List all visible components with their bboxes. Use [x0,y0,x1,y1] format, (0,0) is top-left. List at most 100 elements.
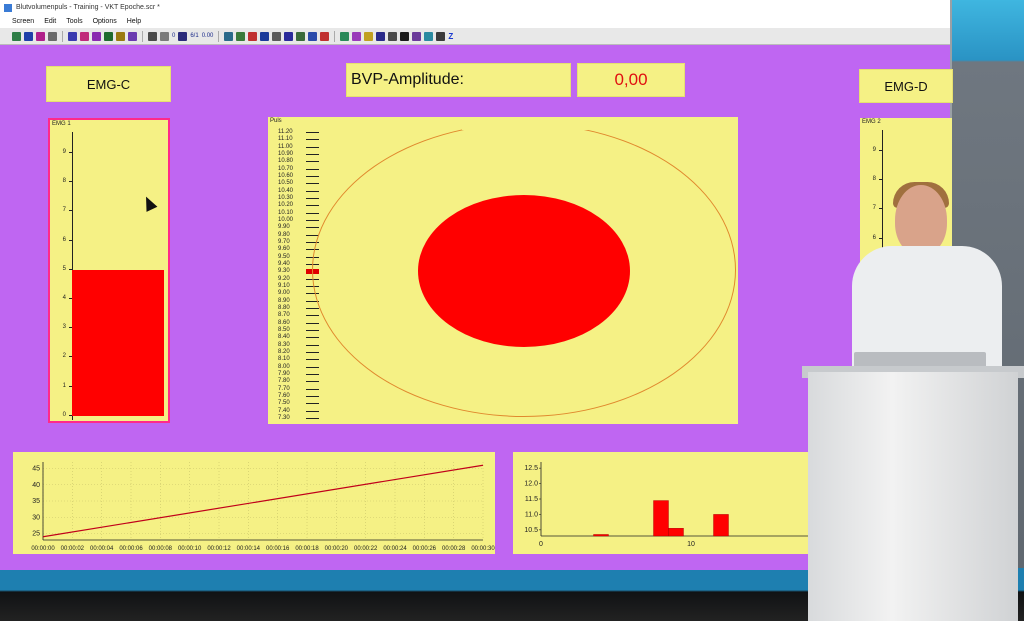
histogram-bar [653,500,669,537]
plus-icon[interactable] [104,31,113,41]
x-tick-label: 10 [687,541,695,548]
sliders-icon[interactable] [352,31,362,41]
timer-icon[interactable] [436,31,446,41]
x-tick-label: 00:00:20 [325,546,349,552]
menu-help[interactable]: Help [127,16,141,28]
emg1-title: EMG 1 [52,121,71,127]
edit-icon[interactable] [412,31,422,41]
camera-icon[interactable] [224,31,234,41]
record-icon[interactable] [320,31,330,41]
menu-screen[interactable]: Screen [12,16,34,28]
x-tick-label: 00:00:08 [149,546,173,552]
target-icon[interactable] [178,31,188,41]
trend-chart: 00:00:00 00:00:02 00:00:04 00:00:06 00:00:08… [31,462,495,552]
wave-icon[interactable] [80,31,89,41]
bvp-value-box: 0,00 [578,64,684,96]
palette-icon[interactable] [248,31,258,41]
pulse-tick-label: 8.40 [278,334,319,341]
book-icon[interactable] [376,31,386,41]
axis-tick-label: 7 [864,205,882,211]
ring-gap [462,120,588,130]
note-icon[interactable] [364,31,374,41]
globe-icon[interactable] [236,31,246,41]
page-icon[interactable] [160,31,169,41]
x-tick-label: 00:00:18 [295,546,319,552]
toolbar: 0 6/1 0.00 Z [0,28,950,45]
pulse-tick-label: 11.20 [278,129,319,136]
x-tick-label: 00:00:28 [442,546,466,552]
toolbar-readout: 0.00 [201,33,214,39]
trend-chart-panel: 00:00:00 00:00:02 00:00:04 00:00:06 00:00:08… [13,452,495,554]
y-tick-label: 12.5 [524,465,538,472]
open-icon[interactable] [12,31,21,41]
settings-icon[interactable] [284,31,294,41]
z-icon[interactable]: Z [448,32,453,41]
lectern [808,372,1018,621]
pulse-tick-label: 8.50 [278,327,319,334]
x-tick-label: 00:00:22 [354,546,378,552]
zoom-icon[interactable] [296,31,306,41]
pulse-tick-label: 9.10 [278,283,319,290]
histogram-panel: 12.5 12.0 11.5 11.0 10.5 0 10 [513,452,813,554]
bar-icon[interactable] [24,31,33,41]
pulse-tick-label: 8.80 [278,305,319,312]
y-tick-label: 10.5 [524,527,538,534]
histogram-bar [713,514,729,537]
emg2-title: EMG 2 [862,119,881,125]
pulse-tick-label: 7.30 [278,415,319,422]
pen-icon[interactable] [92,31,101,41]
pulse-tick-label: 8.30 [278,342,319,349]
emg-d-label: EMG-D [884,78,928,94]
pulse-tick-label: 10.60 [278,173,319,180]
axis-tick-label: 9 [864,147,882,153]
axis-tick-label: 2 [54,353,72,359]
toolbar-separator [142,30,143,42]
emg-c-label: EMG-C [86,76,131,92]
histogram-bar [668,528,684,537]
copy-icon[interactable] [148,31,157,41]
layers-icon[interactable] [128,31,137,41]
y-tick-label: 11.0 [525,511,538,518]
meter-icon[interactable] [36,31,45,41]
pulse-tick-label: 7.80 [278,378,319,385]
menu-bar: Screen Edit Tools Options Help [0,16,950,28]
pulse-tick-label: 9.70 [278,239,319,246]
x-tick-label: 00:00:10 [178,546,202,552]
pulse-tick-label: 8.10 [278,356,319,363]
axis-tick-label: 7 [54,207,72,213]
axis-tick-label: 1 [54,383,72,389]
x-tick-label: 00:00:16 [266,546,290,552]
x-tick-label: 00:00:30 [471,546,495,552]
pulse-tick-label: 9.90 [278,224,319,231]
save-icon[interactable] [308,31,318,41]
tools-icon[interactable] [388,31,398,41]
title-bar: Blutvolumenpuls - Training - VKT Epoche.… [0,0,950,16]
window-icon[interactable] [424,31,434,41]
pulse-tick-label: 9.80 [278,232,319,239]
menu-edit[interactable]: Edit [44,16,56,28]
display-icon[interactable] [260,31,270,41]
axis-tick-label: 0 [54,412,72,418]
grid-icon[interactable] [48,31,57,41]
gauge-icon[interactable] [116,31,125,41]
pulse-tick-label: 9.00 [278,290,319,297]
chart-icon[interactable] [68,31,77,41]
pulse-tick-label: 7.40 [278,408,319,415]
toolbar-readout: 0 [172,33,176,39]
link-icon[interactable] [340,31,350,41]
menu-options[interactable]: Options [93,16,117,28]
y-tick-label: 40 [32,482,40,489]
wand-icon[interactable] [400,31,410,41]
bvp-title-box: BVP-Amplitude: [347,64,570,96]
toolbar-separator [334,30,336,42]
pulse-feedback-oval [418,195,630,347]
pulse-tick-label: 8.20 [278,349,319,356]
menu-tools[interactable]: Tools [66,16,82,28]
dropdown-icon[interactable] [272,31,282,41]
pulse-tick-label: 7.70 [278,386,319,393]
pulse-tick-label: 10.00 [278,217,319,224]
pulse-tick-label: 9.60 [278,246,319,253]
axis-tick-label: 5 [54,266,72,272]
y-tick-label: 45 [32,466,40,473]
x-tick-label: 00:00:04 [90,546,114,552]
